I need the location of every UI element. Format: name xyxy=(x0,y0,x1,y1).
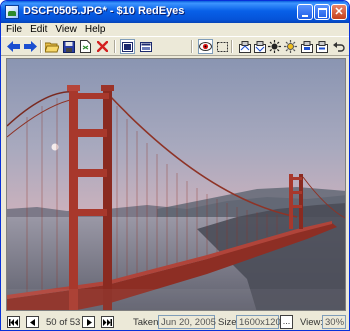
first-image-button[interactable] xyxy=(7,316,20,328)
menu-view[interactable]: View xyxy=(55,24,77,35)
maximize-button[interactable] xyxy=(314,4,330,20)
menu-help[interactable]: Help xyxy=(85,24,106,35)
toolbar-separator xyxy=(114,40,116,53)
next-image-button[interactable] xyxy=(82,316,95,328)
minimize-button[interactable] xyxy=(297,4,313,20)
size-options-button[interactable]: ... xyxy=(280,315,293,329)
zoom-field[interactable]: 30% xyxy=(322,315,346,329)
last-icon xyxy=(103,318,112,326)
title-bar[interactable]: DSCF0505.JPG* - $10 RedEyes ✕ xyxy=(1,1,349,23)
view-label: View: xyxy=(300,317,324,328)
app-window: DSCF0505.JPG* - $10 RedEyes ✕ File Edit … xyxy=(0,0,350,331)
photo-image xyxy=(7,59,345,310)
menu-bar: File Edit View Help xyxy=(1,23,349,36)
document-icon[interactable] xyxy=(78,39,93,54)
taken-label: Taken: xyxy=(133,317,161,328)
image-position: 50 of 53 xyxy=(46,317,81,328)
tool-c-icon[interactable] xyxy=(299,39,314,54)
tool-d-icon[interactable] xyxy=(314,39,329,54)
forward-arrow-icon[interactable] xyxy=(23,39,38,54)
menu-file[interactable]: File xyxy=(6,24,22,35)
menu-edit[interactable]: Edit xyxy=(30,24,47,35)
status-bar: 50 of 53 Taken: Jun 20, 2005 Size: 1600x… xyxy=(1,313,349,330)
first-icon xyxy=(9,318,18,326)
back-arrow-icon[interactable] xyxy=(6,39,21,54)
app-icon[interactable] xyxy=(5,5,19,19)
previous-icon xyxy=(29,318,35,326)
select-rectangle-icon[interactable] xyxy=(215,39,230,54)
open-folder-icon[interactable] xyxy=(44,39,59,54)
save-icon[interactable] xyxy=(61,39,76,54)
tool-b-icon[interactable] xyxy=(252,39,267,54)
delete-icon[interactable] xyxy=(95,39,110,54)
view-list-icon[interactable] xyxy=(138,39,153,54)
brightness-plus-icon[interactable] xyxy=(283,39,298,54)
toolbar-separator xyxy=(231,40,233,53)
tool-a-icon[interactable] xyxy=(237,39,252,54)
next-icon xyxy=(86,318,92,326)
photo-viewport[interactable] xyxy=(6,58,346,311)
last-image-button[interactable] xyxy=(101,316,114,328)
undo-icon[interactable] xyxy=(331,39,346,54)
red-eye-tool-icon[interactable] xyxy=(198,39,213,54)
window-title: DSCF0505.JPG* - $10 RedEyes xyxy=(23,5,185,17)
view-single-icon[interactable] xyxy=(120,39,135,54)
brightness-icon[interactable] xyxy=(267,39,282,54)
size-field: 1600x1200 xyxy=(236,315,286,329)
toolbar-separator xyxy=(191,40,193,53)
previous-image-button[interactable] xyxy=(26,316,39,328)
toolbar xyxy=(1,36,349,56)
close-button[interactable]: ✕ xyxy=(331,4,347,20)
taken-date-field: Jun 20, 2005 xyxy=(158,315,216,329)
toolbar-separator xyxy=(40,40,42,53)
